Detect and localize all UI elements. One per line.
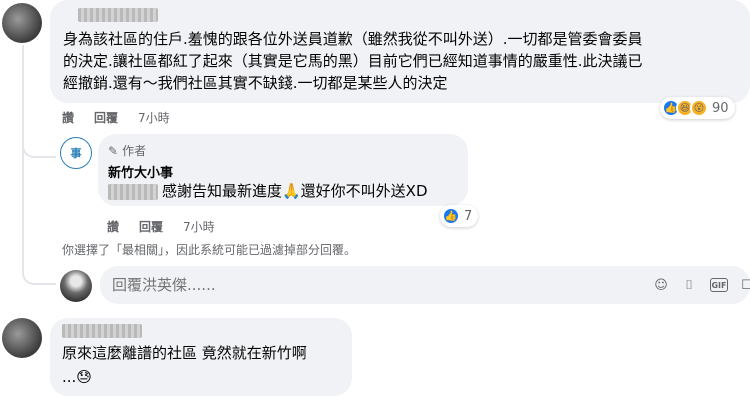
reaction-summary[interactable]: 👍 😆 😮 90: [660, 97, 735, 119]
reply-reply-button[interactable]: 回覆: [139, 218, 163, 235]
pencil-icon: ✎: [108, 143, 119, 158]
current-user-avatar[interactable]: [60, 270, 92, 302]
comment2-line-1: 原來這麼離譜的社區 竟然就在新竹啊: [62, 344, 307, 362]
thread-connector: [22, 265, 56, 285]
gif-icon[interactable]: GIF: [708, 274, 730, 296]
camera-icon[interactable]: ⌷: [678, 274, 700, 296]
like-button[interactable]: 讚: [62, 109, 74, 126]
thumbs-up-icon: 👍: [442, 207, 460, 225]
reply-bubble: ✎ 作者 新竹大小事 感謝告知最新進度🙏還好你不叫外送XD: [98, 134, 468, 206]
filter-notice: 你選擇了「最相關」，因此系統可能已過濾掉部分回覆。: [62, 243, 357, 257]
emoji-icon[interactable]: ☺: [650, 274, 672, 296]
reaction-count: 90: [712, 100, 729, 116]
tagged-name-blurred[interactable]: [108, 184, 158, 200]
wow-reaction-icon: 😮: [690, 99, 708, 117]
timestamp[interactable]: 7小時: [138, 109, 170, 126]
reply-author[interactable]: 新竹大小事: [108, 162, 173, 181]
reply-composer: ☺ ⌷ GIF ☐: [100, 266, 750, 304]
commenter-name-blurred[interactable]: [78, 8, 158, 22]
commenter2-avatar[interactable]: [2, 318, 42, 358]
comment-actions: 讚 回覆 7小時: [62, 109, 170, 126]
commenter2-name-blurred[interactable]: [62, 324, 142, 338]
sticker-icon[interactable]: ☐: [736, 274, 750, 296]
comment-bubble: 身為該社區的住戶.羞愧的跟各位外送員道歉（雖然我從不叫外送）.一切都是管委會委員…: [50, 0, 750, 103]
commenter-avatar[interactable]: [2, 3, 42, 43]
comment2-bubble: 原來這麼離譜的社區 竟然就在新竹啊 ...😓: [50, 318, 352, 396]
thread-connector: [22, 140, 56, 158]
thread-line: [22, 158, 24, 270]
comment2-line-2: ...😓: [62, 368, 92, 386]
reply-text: 感謝告知最新進度🙏還好你不叫外送XD: [162, 182, 428, 200]
comment-line-2: 的決定.讓社區都紅了起來（其實是它馬的黑）目前它們已經知道事情的嚴重性.此決議已: [63, 52, 643, 70]
comment-line-3: 經撤銷.還有～我們社區其實不缺錢.一切都是某些人的決定: [63, 74, 448, 92]
comment-line-1: 身為該社區的住戶.羞愧的跟各位外送員道歉（雖然我從不叫外送）.一切都是管委會委員: [63, 30, 643, 48]
reply-actions: 讚 回覆 7小時: [107, 218, 215, 235]
reply-input[interactable]: [112, 276, 412, 294]
page-avatar[interactable]: 事: [60, 137, 92, 169]
reply-reaction-summary[interactable]: 👍 7: [440, 205, 479, 227]
reply-timestamp[interactable]: 7小時: [183, 218, 215, 235]
reply-reaction-count: 7: [464, 208, 473, 224]
reply-like-button[interactable]: 讚: [107, 218, 119, 235]
author-badge: ✎ 作者: [108, 143, 147, 159]
reply-button[interactable]: 回覆: [94, 109, 118, 126]
